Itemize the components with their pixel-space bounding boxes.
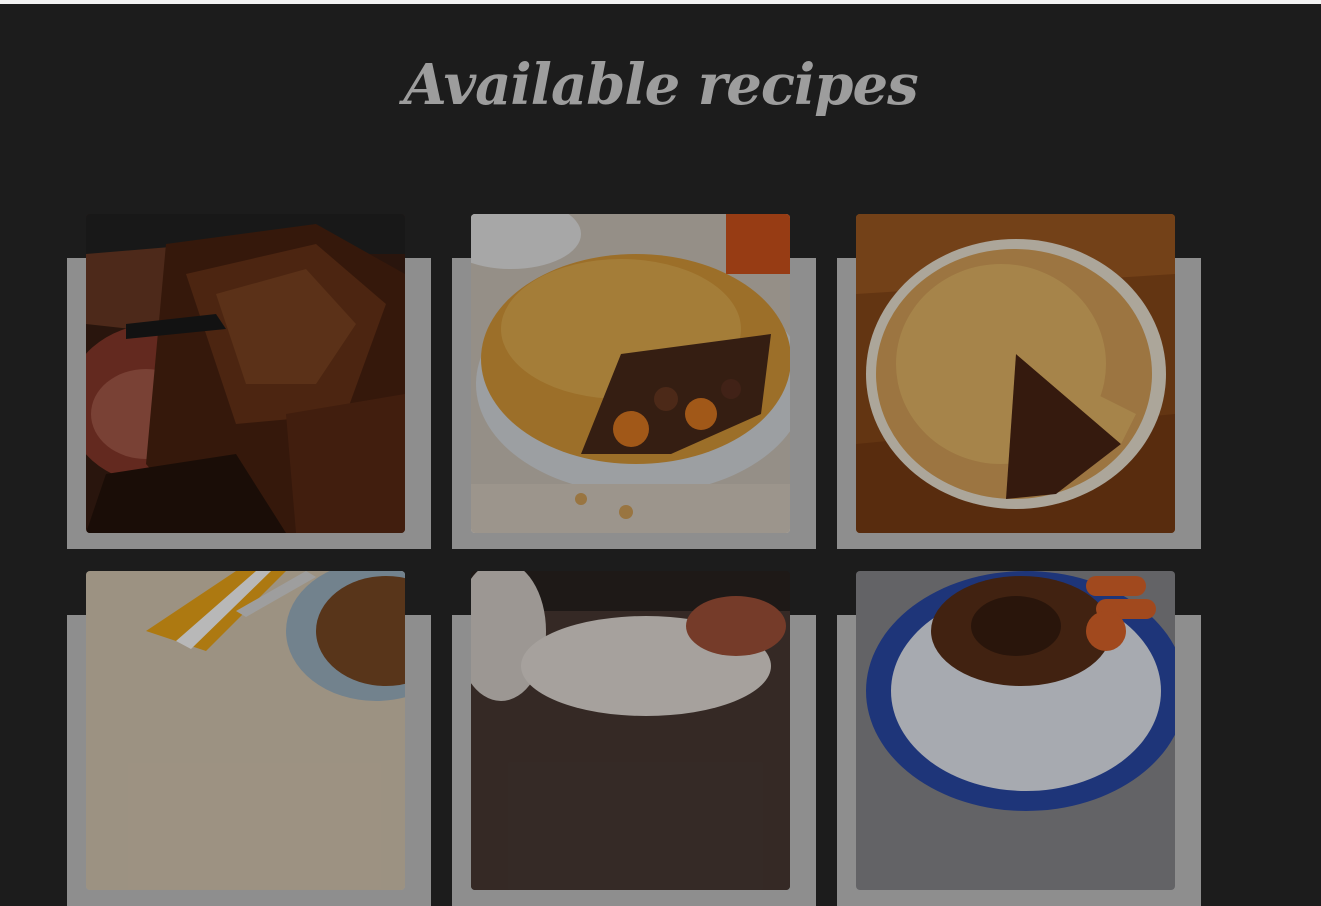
image-shade — [856, 571, 1175, 890]
recipe-card[interactable] — [452, 571, 816, 906]
image-shade — [471, 571, 790, 890]
page-title: Available recipes — [403, 52, 918, 118]
image-shade — [86, 214, 405, 533]
image-shade — [471, 214, 790, 533]
pot-pie-image[interactable] — [856, 214, 1175, 533]
recipe-card[interactable] — [452, 214, 816, 549]
top-strip — [0, 0, 1321, 4]
roast-pork-image[interactable] — [86, 214, 405, 533]
recipe-card[interactable] — [67, 214, 431, 549]
recipe-card[interactable] — [67, 571, 431, 906]
braised-beef-image[interactable] — [856, 571, 1175, 890]
mince-dish-image[interactable] — [86, 571, 405, 890]
recipe-card[interactable] — [837, 571, 1201, 906]
image-shade — [856, 214, 1175, 533]
image-shade — [86, 571, 405, 890]
recipe-card[interactable] — [837, 214, 1201, 549]
stew-pot-image[interactable] — [471, 571, 790, 890]
steak-pie-image[interactable] — [471, 214, 790, 533]
